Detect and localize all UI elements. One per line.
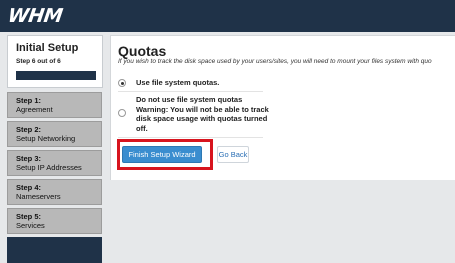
whm-logo[interactable]: WHM	[6, 5, 63, 27]
step-name: Setup IP Addresses	[16, 163, 82, 172]
progress-bar	[16, 71, 96, 80]
option-no-quotas[interactable]: Do not use file system quotas Warning: Y…	[118, 95, 269, 135]
sidebar-step-networking[interactable]: Step 2: Setup Networking	[7, 121, 102, 147]
sidebar-step-ip-addresses[interactable]: Step 3: Setup IP Addresses	[7, 150, 102, 176]
step-name: Setup Networking	[16, 134, 76, 143]
step-name: Agreement	[16, 105, 53, 114]
step-number: Step 3:	[16, 154, 42, 163]
step-name: Nameservers	[16, 192, 61, 201]
step-name: Services	[16, 221, 45, 230]
no-quotas-label: Do not use file system quotas Warning: Y…	[136, 95, 269, 133]
step-indicator: Step 6 out of 6	[16, 58, 61, 65]
setup-progress-panel: Initial Setup Step 6 out of 6	[7, 35, 103, 88]
step-number: Step 4:	[16, 183, 42, 192]
top-header: WHM	[0, 0, 455, 32]
setup-title: Initial Setup	[16, 42, 79, 54]
no-quotas-radio[interactable]	[118, 109, 126, 117]
step-number: Step 2:	[16, 125, 42, 134]
sidebar-step-agreement[interactable]: Step 1: Agreement	[7, 92, 102, 118]
go-back-button[interactable]: Go Back	[217, 146, 249, 163]
sidebar-step-nameservers[interactable]: Step 4: Nameservers	[7, 179, 102, 205]
step-number: Step 1:	[16, 96, 42, 105]
progress-bar-fill	[16, 71, 96, 80]
divider	[118, 137, 263, 138]
finish-setup-button[interactable]: Finish Setup Wizard	[122, 146, 202, 163]
use-quotas-radio[interactable]	[118, 79, 126, 87]
setup-sidebar: Initial Setup Step 6 out of 6 Step 1: Ag…	[7, 35, 103, 263]
page-description: If you wish to track the disk space used…	[118, 58, 432, 65]
option-use-quotas[interactable]: Use file system quotas.	[118, 78, 268, 90]
step-number: Step 5:	[16, 212, 42, 221]
use-quotas-label: Use file system quotas.	[136, 78, 220, 87]
sidebar-step-services[interactable]: Step 5: Services	[7, 208, 102, 234]
divider	[118, 91, 263, 92]
page-title: Quotas	[118, 43, 167, 59]
